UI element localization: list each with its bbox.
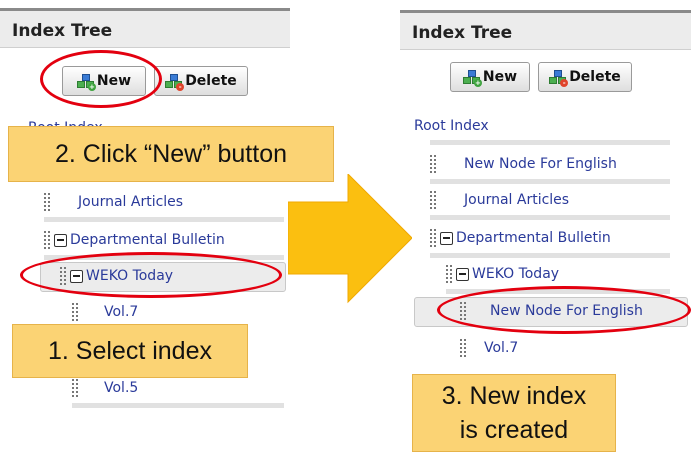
callout-step-3: 3. New index is created <box>412 374 616 452</box>
tree-item-departmental-bulletin[interactable]: Departmental Bulletin <box>430 226 670 258</box>
drag-handle-icon[interactable] <box>430 155 436 173</box>
tree-item-weko-today[interactable]: WEKO Today <box>446 262 670 294</box>
drag-handle-icon[interactable] <box>44 193 50 211</box>
callout-step-1: 1. Select index <box>12 324 248 378</box>
highlight-ring-weko-today <box>20 252 282 298</box>
tree-item-journal-articles[interactable]: Journal Articles <box>44 190 284 222</box>
callout-step-2: 2. Click “New” button <box>8 126 334 182</box>
new-tree-icon: + <box>462 70 482 87</box>
right-arrow-icon <box>288 174 412 304</box>
delete-button-label: Delete <box>185 73 237 89</box>
delete-button[interactable]: - Delete <box>154 66 248 96</box>
drag-handle-icon[interactable] <box>446 265 452 283</box>
highlight-ring-new-button <box>40 50 162 108</box>
drag-handle-icon[interactable] <box>430 229 436 247</box>
new-button-label: New <box>482 69 518 85</box>
callout-step-3-line-2: is created <box>459 416 569 444</box>
drag-handle-icon[interactable] <box>430 191 436 209</box>
left-panel-title: Index Tree <box>0 8 290 48</box>
right-panel-title: Index Tree <box>400 10 691 50</box>
callout-step-3-line-1: 3. New index <box>441 382 587 410</box>
new-button[interactable]: + New <box>450 62 530 92</box>
collapse-toggle-icon[interactable] <box>456 267 469 281</box>
delete-button-label: Delete <box>569 69 621 85</box>
drag-handle-icon[interactable] <box>72 379 78 397</box>
highlight-ring-new-node <box>437 286 691 334</box>
tree-item-new-node-for-english[interactable]: New Node For English <box>430 152 670 184</box>
drag-handle-icon[interactable] <box>72 303 78 321</box>
tree-item-departmental-bulletin[interactable]: Departmental Bulletin <box>44 228 284 260</box>
delete-tree-icon: - <box>549 70 569 87</box>
tree-item-vol7[interactable]: Vol.7 <box>460 336 680 360</box>
collapse-toggle-icon[interactable] <box>54 233 67 247</box>
delete-button[interactable]: - Delete <box>538 62 632 92</box>
tree-item-vol7[interactable]: Vol.7 <box>72 300 284 324</box>
collapse-toggle-icon[interactable] <box>440 231 453 245</box>
delete-tree-icon: - <box>165 74 185 91</box>
tree-item-journal-articles[interactable]: Journal Articles <box>430 188 670 220</box>
drag-handle-icon[interactable] <box>44 231 50 249</box>
root-index-link[interactable]: Root Index <box>414 118 489 134</box>
tree-item-vol5[interactable]: Vol.5 <box>72 376 284 408</box>
drag-handle-icon[interactable] <box>460 339 466 357</box>
